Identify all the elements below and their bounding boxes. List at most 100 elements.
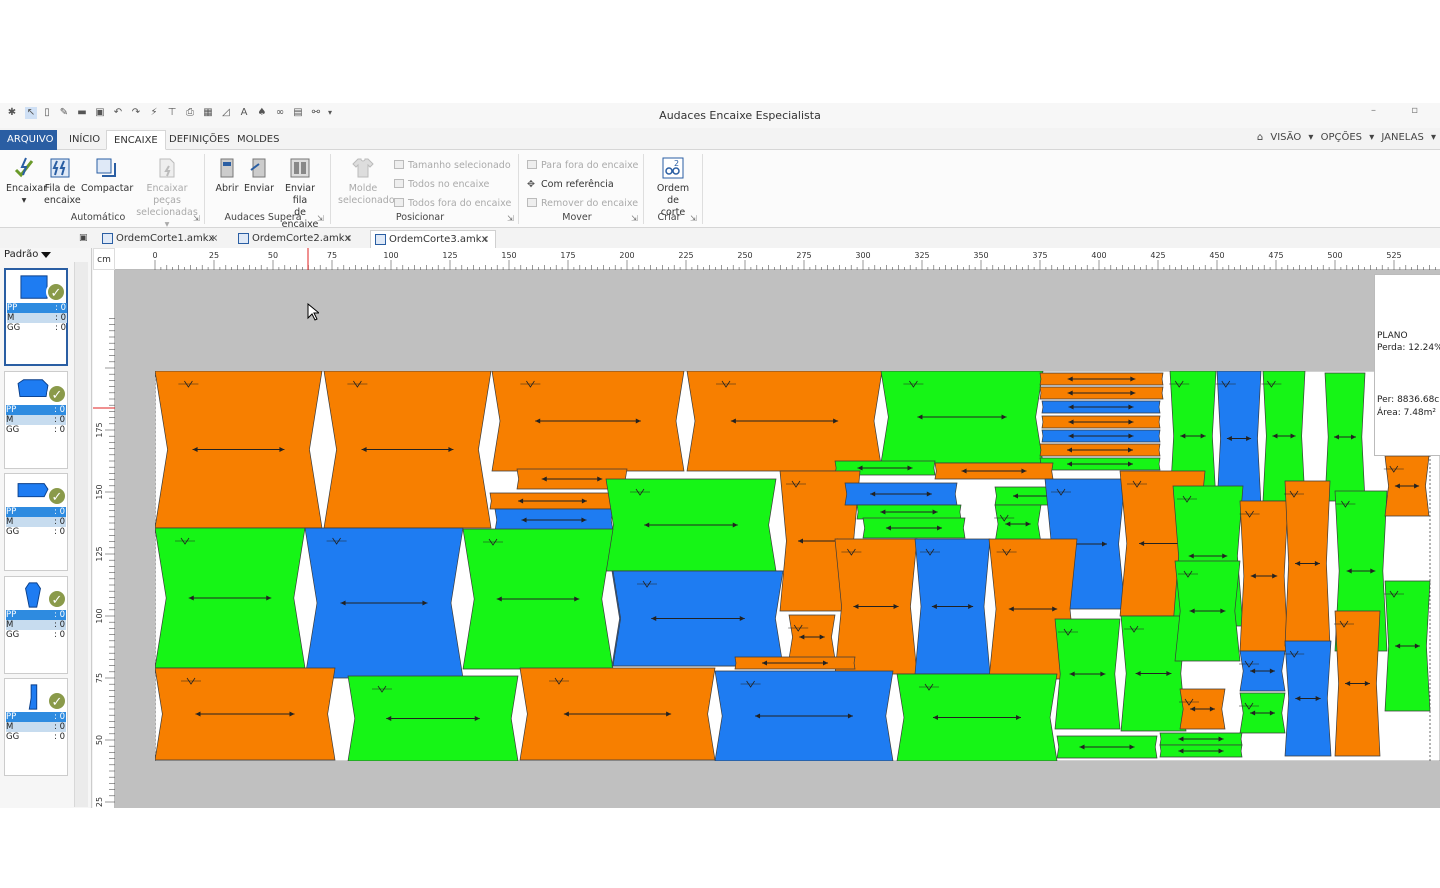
- pattern-piece[interactable]: [491, 371, 685, 472]
- piece-thumbnail-icon: [25, 582, 41, 608]
- pattern-piece[interactable]: [1239, 650, 1286, 692]
- todos-no-encaixe-button[interactable]: Todos no encaixe: [394, 179, 489, 190]
- doc-tab-ordemcorte1[interactable]: OrdemCorte1.amkx ×: [98, 230, 224, 248]
- move-out-icon: [527, 160, 537, 169]
- tab-encaixe[interactable]: ENCAIXE: [106, 130, 166, 150]
- pattern-piece[interactable]: [489, 492, 616, 510]
- pattern-piece[interactable]: [605, 478, 777, 572]
- pattern-piece[interactable]: [856, 504, 962, 520]
- pattern-piece[interactable]: [686, 371, 883, 472]
- piece-card[interactable]: ✓ PP: 0 M: 0 GG: 0: [4, 576, 68, 674]
- com-referencia-button[interactable]: ✥ Com referência: [527, 179, 614, 190]
- panel-pin-icon[interactable]: ▣: [79, 233, 88, 243]
- doc-tab-ordemcorte3[interactable]: OrdemCorte3.amkx ×: [370, 230, 496, 248]
- pattern-piece[interactable]: [788, 614, 836, 660]
- pattern-piece[interactable]: [155, 667, 336, 761]
- pattern-piece[interactable]: [1039, 457, 1161, 471]
- pattern-piece[interactable]: [1039, 386, 1164, 400]
- group-mover-launcher-icon[interactable]: ⇲: [631, 214, 638, 223]
- size-row-pp: PP: 0: [6, 712, 66, 722]
- close-icon[interactable]: ×: [210, 230, 218, 248]
- para-fora-button[interactable]: Para fora do encaixe: [527, 160, 638, 171]
- home-icon[interactable]: ⌂: [1257, 132, 1271, 143]
- pattern-piece[interactable]: [934, 462, 1054, 480]
- todos-fora-encaixe-button[interactable]: Todos fora do encaixe: [394, 198, 511, 209]
- pattern-piece[interactable]: [844, 482, 958, 506]
- abrir-button[interactable]: Abrir: [212, 156, 242, 195]
- pattern-piece[interactable]: [1284, 480, 1331, 647]
- filter-dropdown[interactable]: Padrão: [4, 249, 38, 260]
- pattern-piece[interactable]: [1039, 372, 1164, 386]
- pattern-piece[interactable]: [347, 675, 519, 761]
- group-posicionar-launcher-icon[interactable]: ⇲: [507, 214, 514, 223]
- size-count: : 0: [54, 425, 65, 435]
- tamanho-selecionado-button[interactable]: Tamanho selecionado: [394, 160, 511, 171]
- doc-tab-ordemcorte2[interactable]: OrdemCorte2.amkx ×: [234, 230, 360, 248]
- pattern-piece[interactable]: [1159, 744, 1243, 758]
- perda-value: Perda: 12.24%: [1377, 343, 1440, 353]
- pattern-piece[interactable]: [519, 667, 716, 761]
- window-controls[interactable]: – ▫: [1371, 105, 1434, 116]
- ruler-label: 175: [95, 422, 104, 437]
- pattern-piece[interactable]: [1383, 455, 1430, 517]
- pattern-piece[interactable]: [1159, 732, 1243, 746]
- pattern-piece[interactable]: [1120, 615, 1187, 732]
- pattern-piece[interactable]: [994, 504, 1042, 544]
- pattern-piece[interactable]: [1179, 688, 1226, 730]
- remover-button[interactable]: Remover do encaixe: [527, 198, 638, 209]
- close-icon[interactable]: ×: [481, 231, 489, 249]
- pattern-piece[interactable]: [1056, 735, 1158, 759]
- right-menu[interactable]: ⌂ VISÃO ▾ OPÇÕES ▾ JANELAS ▾: [1257, 132, 1436, 143]
- piece-card[interactable]: ✓ PP: 0 M: 0 GG: 0: [4, 473, 68, 571]
- tab-arquivo[interactable]: ARQUIVO: [0, 130, 57, 150]
- right-menu-label[interactable]: VISÃO ▾ OPÇÕES ▾ JANELAS ▾: [1270, 132, 1436, 143]
- pattern-piece[interactable]: [323, 371, 492, 529]
- piece-card[interactable]: ✓ PP: 0 M: 0 GG: 0: [4, 268, 68, 366]
- pattern-piece[interactable]: [612, 570, 784, 667]
- enviar-button[interactable]: Enviar: [244, 156, 274, 195]
- piece-card[interactable]: ✓ PP: 0 M: 0 GG: 0: [4, 678, 68, 776]
- pattern-piece[interactable]: [1041, 415, 1161, 429]
- pattern-piece[interactable]: [834, 538, 918, 675]
- pattern-piece[interactable]: [1054, 618, 1121, 730]
- pattern-piece[interactable]: [1334, 610, 1381, 757]
- pattern-piece[interactable]: [462, 528, 614, 670]
- pattern-piece[interactable]: [155, 371, 323, 529]
- pattern-piece[interactable]: [304, 527, 464, 679]
- panel-scrollbar[interactable]: [74, 262, 88, 807]
- group-supera-launcher-icon[interactable]: ⇲: [317, 214, 324, 223]
- pattern-piece[interactable]: [914, 538, 991, 675]
- pattern-piece[interactable]: [155, 527, 306, 669]
- pattern-piece[interactable]: [1324, 372, 1366, 502]
- pattern-piece[interactable]: [880, 371, 1044, 464]
- pattern-piece[interactable]: [494, 508, 614, 532]
- encaixar-button[interactable]: Encaixar ▾: [6, 156, 47, 207]
- fila-de-encaixe-button[interactable]: Fila de encaixe: [44, 156, 81, 207]
- piece-card[interactable]: ✓ PP: 0 M: 0 GG: 0: [4, 371, 68, 469]
- pattern-piece[interactable]: [862, 517, 966, 539]
- group-criar-launcher-icon[interactable]: ⇲: [690, 214, 697, 223]
- pattern-piece[interactable]: [734, 656, 856, 670]
- pattern-piece[interactable]: [1041, 400, 1161, 414]
- molde-selecionado-button[interactable]: Molde selecionado: [338, 156, 395, 207]
- pattern-piece[interactable]: [1174, 560, 1241, 662]
- dropdown-arrow-icon[interactable]: [41, 252, 51, 258]
- close-icon[interactable]: ×: [344, 230, 352, 248]
- pattern-piece[interactable]: [896, 673, 1058, 761]
- pattern-piece[interactable]: [1239, 500, 1289, 652]
- compactar-button[interactable]: Compactar: [81, 156, 133, 195]
- tab-inicio[interactable]: INÍCIO: [62, 130, 107, 150]
- ruler-label: 25: [95, 797, 104, 807]
- tab-definicoes[interactable]: DEFINIÇÕES: [162, 130, 237, 150]
- pattern-piece[interactable]: [1384, 580, 1431, 712]
- pattern-piece[interactable]: [1041, 429, 1161, 443]
- group-automatico-launcher-icon[interactable]: ⇲: [193, 214, 200, 223]
- pattern-piece[interactable]: [1284, 640, 1332, 757]
- pattern-piece[interactable]: [1039, 443, 1161, 457]
- encaixar-pecas-selecionadas-button[interactable]: Encaixar peças selecionadas ▾: [136, 156, 198, 231]
- pattern-piece[interactable]: [1239, 692, 1286, 734]
- marker-plot[interactable]: [155, 371, 1440, 761]
- pattern-piece[interactable]: [714, 670, 894, 761]
- tab-moldes[interactable]: MOLDES: [230, 130, 286, 150]
- ordem-de-corte-button[interactable]: 2 Ordem de corte: [650, 156, 696, 219]
